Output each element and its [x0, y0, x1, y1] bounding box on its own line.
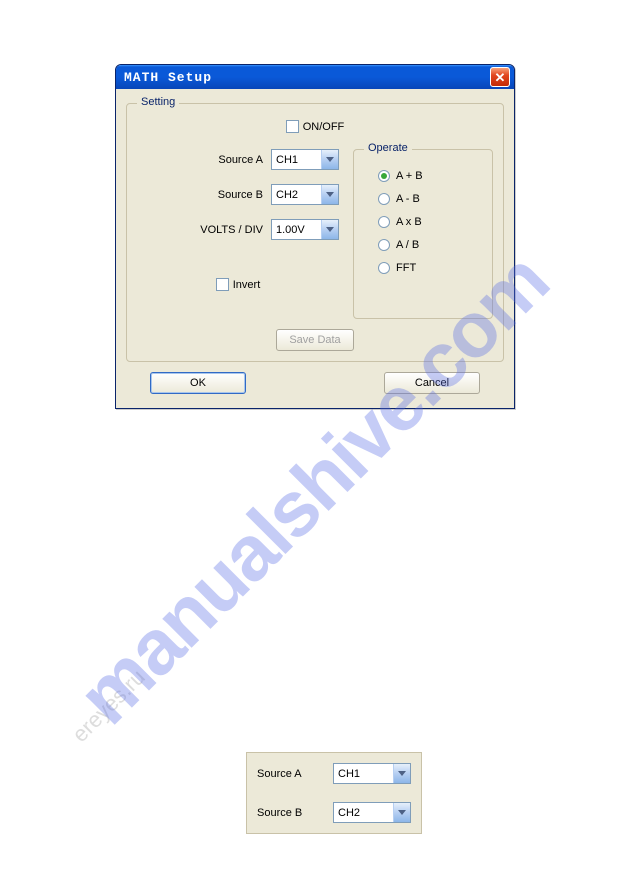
- setting-legend: Setting: [137, 96, 179, 108]
- save-data-button[interactable]: Save Data: [276, 329, 354, 351]
- ok-button[interactable]: OK: [150, 372, 246, 394]
- mini-source-b-combo[interactable]: CH2: [333, 802, 411, 823]
- mini-source-panel: Source A CH1 Source B CH2: [246, 752, 422, 834]
- source-a-label: Source A: [218, 154, 263, 166]
- source-a-combo[interactable]: CH1: [271, 149, 339, 170]
- save-row: Save Data: [137, 329, 493, 351]
- invert-row: Invert: [137, 278, 339, 291]
- close-icon: ✕: [495, 71, 506, 84]
- window-title: MATH Setup: [124, 70, 212, 85]
- chevron-down-icon: [393, 764, 410, 783]
- invert-label: Invert: [233, 279, 261, 291]
- chevron-down-icon: [393, 803, 410, 822]
- dialog-button-row: OK Cancel: [126, 362, 504, 398]
- chevron-down-icon: [321, 185, 338, 204]
- math-setup-window: MATH Setup ✕ Setting ON/OFF Source A: [115, 64, 515, 409]
- voltsdiv-value: 1.00V: [276, 224, 305, 236]
- mini-source-b-row: Source B CH2: [257, 802, 411, 823]
- watermark-small: ereyes.ru: [67, 665, 150, 748]
- operate-option-label: A x B: [396, 216, 422, 228]
- chevron-down-icon: [321, 220, 338, 239]
- source-b-value: CH2: [276, 189, 298, 201]
- radio-dot-icon: [378, 193, 390, 205]
- operate-legend: Operate: [364, 142, 412, 154]
- radio-dot-icon: [378, 216, 390, 228]
- mini-source-b-label: Source B: [257, 807, 302, 819]
- onoff-row: ON/OFF: [137, 120, 493, 133]
- mini-source-a-label: Source A: [257, 768, 302, 780]
- source-a-row: Source A CH1: [137, 149, 339, 170]
- chevron-down-icon: [321, 150, 338, 169]
- operate-groupbox: Operate A + B A - B: [353, 149, 493, 319]
- operate-radio-fft[interactable]: FFT: [378, 262, 476, 274]
- radio-dot-icon: [378, 239, 390, 251]
- checkbox-box-icon: [216, 278, 229, 291]
- source-b-label: Source B: [218, 189, 263, 201]
- operate-radio-adivb[interactable]: A / B: [378, 239, 476, 251]
- operate-option-label: A / B: [396, 239, 419, 251]
- voltsdiv-row: VOLTS / DIV 1.00V: [137, 219, 339, 240]
- source-b-combo[interactable]: CH2: [271, 184, 339, 205]
- setting-groupbox: Setting ON/OFF Source A CH1: [126, 103, 504, 362]
- onoff-label: ON/OFF: [303, 121, 345, 133]
- source-a-value: CH1: [276, 154, 298, 166]
- voltsdiv-label: VOLTS / DIV: [200, 224, 263, 236]
- close-button[interactable]: ✕: [490, 67, 510, 87]
- mini-source-a-value: CH1: [338, 768, 360, 780]
- operate-radio-aminusb[interactable]: A - B: [378, 193, 476, 205]
- left-column: Source A CH1 Source B CH2: [137, 143, 339, 291]
- radio-dot-icon: [378, 170, 390, 182]
- operate-radio-axb[interactable]: A x B: [378, 216, 476, 228]
- mini-source-b-value: CH2: [338, 807, 360, 819]
- invert-checkbox[interactable]: Invert: [216, 278, 261, 291]
- radio-dot-icon: [378, 262, 390, 274]
- onoff-checkbox[interactable]: ON/OFF: [286, 120, 345, 133]
- mini-source-a-combo[interactable]: CH1: [333, 763, 411, 784]
- operate-radio-aplusb[interactable]: A + B: [378, 170, 476, 182]
- mini-source-a-row: Source A CH1: [257, 763, 411, 784]
- two-column-layout: Source A CH1 Source B CH2: [137, 143, 493, 319]
- checkbox-box-icon: [286, 120, 299, 133]
- operate-option-label: FFT: [396, 262, 416, 274]
- titlebar: MATH Setup ✕: [116, 65, 514, 89]
- operate-option-label: A - B: [396, 193, 420, 205]
- operate-radio-list: A + B A - B A x B: [364, 162, 482, 282]
- cancel-button[interactable]: Cancel: [384, 372, 480, 394]
- operate-option-label: A + B: [396, 170, 423, 182]
- voltsdiv-combo[interactable]: 1.00V: [271, 219, 339, 240]
- setting-content: ON/OFF Source A CH1 Source B: [137, 116, 493, 351]
- source-b-row: Source B CH2: [137, 184, 339, 205]
- client-area: Setting ON/OFF Source A CH1: [116, 89, 514, 408]
